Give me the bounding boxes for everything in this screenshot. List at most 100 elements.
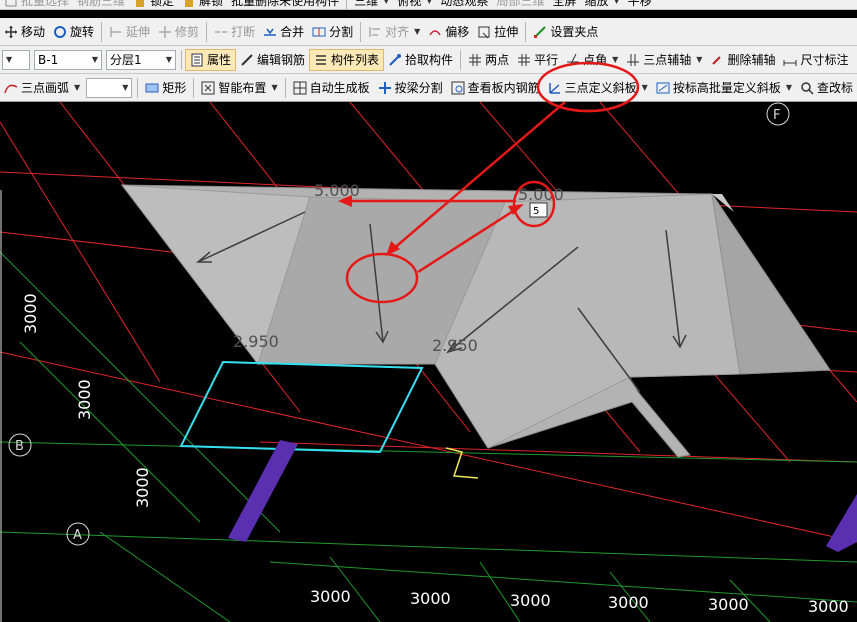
extend-button[interactable]: 延伸	[105, 21, 154, 43]
slope-icon	[548, 81, 562, 95]
rectangle-icon	[145, 81, 159, 95]
chevron-down-icon: ▼	[612, 55, 619, 64]
slab-group[interactable]	[120, 184, 831, 458]
three-point-aux-button[interactable]: 三点辅轴 ▼	[622, 49, 706, 71]
orbit-button[interactable]: 动态观察	[436, 0, 492, 9]
chevron-down-icon: ▼	[271, 83, 278, 92]
trim-button[interactable]: 修剪	[154, 21, 203, 43]
merge-icon	[263, 25, 277, 39]
toolbar-top-cutoff: 批量选择 钢筋三维 锁定 解锁 批量删除未使用构件 三维 ▼ 俯视 ▼ 动态观察 局…	[0, 0, 857, 10]
chevron-down-icon: ▼	[426, 0, 433, 5]
dimension-label: 3000	[510, 591, 551, 610]
set-grip-button[interactable]: 设置夹点	[529, 21, 602, 43]
trim-icon	[158, 25, 172, 39]
align-button[interactable]: 对齐 ▼	[364, 21, 424, 43]
component-list-button[interactable]: 构件列表	[309, 48, 385, 71]
column-right[interactable]	[826, 494, 857, 552]
lock-icon	[133, 0, 147, 8]
rotate-button[interactable]: 旋转	[49, 21, 98, 43]
dimension-label: 3000	[608, 593, 649, 612]
toolbar-properties: ▼ B-1 ▼ 分层1 ▼ 属性 编辑钢筋 构件列表 拾取构件 两点 平行 点角 ▼ …	[0, 46, 857, 74]
annotation-circle-toolbar	[546, 102, 630, 113]
point-angle-button[interactable]: 点角 ▼	[562, 49, 622, 71]
view-slab-rebar-button[interactable]: 查看板内钢筋	[447, 77, 544, 99]
view-rebar-icon	[451, 81, 465, 95]
svg-text:A: A	[73, 528, 82, 543]
list-icon	[314, 53, 328, 67]
search-icon	[800, 81, 814, 95]
batch-select-button[interactable]: 批量选择	[0, 0, 73, 9]
grip-icon	[533, 25, 547, 39]
unlock-button[interactable]: 解锁	[178, 0, 227, 9]
separator	[181, 49, 182, 70]
auto-slab-button[interactable]: 自动生成板	[289, 77, 374, 99]
beam-split-icon	[378, 81, 392, 95]
separator	[284, 77, 286, 98]
chevron-down-icon: ▼	[641, 83, 648, 92]
chevron-down-icon: ▼	[91, 55, 98, 64]
rectangle-button[interactable]: 矩形	[141, 77, 190, 99]
arc-option-combo[interactable]: ▼	[86, 77, 133, 98]
arc-icon	[4, 81, 18, 95]
split-button[interactable]: 分割	[308, 21, 357, 43]
break-icon	[214, 25, 228, 39]
rebar-3d-button[interactable]: 钢筋三维	[73, 0, 129, 9]
smart-layout-button[interactable]: 智能布置 ▼	[197, 77, 281, 99]
batch-slope-by-elevation-button[interactable]: 按标高批量定义斜板 ▼	[652, 77, 796, 99]
selected-slab-outline[interactable]	[179, 360, 424, 454]
elevation-label: 2.950	[432, 336, 478, 355]
merge-button[interactable]: 合并	[259, 21, 308, 43]
batch-delete-unused-button[interactable]: 批量删除未使用构件	[227, 0, 343, 9]
zoom-button[interactable]: 缩放 ▼	[580, 0, 623, 9]
properties-button[interactable]: 属性	[185, 48, 237, 71]
chevron-down-icon: ▼	[165, 55, 172, 64]
top-view-button[interactable]: 俯视 ▼	[393, 0, 436, 9]
chevron-down-icon: ▼	[74, 83, 81, 92]
chevron-down-icon: ▼	[414, 27, 421, 36]
properties-icon	[190, 53, 204, 67]
delete-aux-button[interactable]: 删除辅轴	[706, 49, 779, 71]
elevation-label: 5.000	[518, 185, 564, 204]
stretch-button[interactable]: 拉伸	[473, 21, 522, 43]
3d-viewport[interactable]: 5.000 5.000 2.950 2.950 5 F B A 3000 300…	[0, 102, 857, 622]
break-button[interactable]: 打断	[210, 21, 259, 43]
chevron-down-icon: ▼	[6, 55, 13, 64]
split-by-beam-button[interactable]: 按梁分割	[374, 77, 447, 99]
offset-button[interactable]: 偏移	[424, 21, 473, 43]
scene-canvas[interactable]: 5.000 5.000 2.950 2.950 5 F B A 3000 300…	[0, 102, 857, 622]
elevation-input-value: 5	[533, 206, 539, 217]
3d-view-button[interactable]: 三维 ▼	[350, 0, 393, 9]
pick-icon	[388, 53, 402, 67]
chevron-down-icon: ▼	[383, 0, 390, 5]
separator	[193, 77, 195, 98]
floor-combo[interactable]: 分层1 ▼	[106, 49, 176, 70]
three-point-arc-button[interactable]: 三点画弧 ▼	[0, 77, 84, 99]
toolbar-edit: 移动 旋转 延伸 修剪 打断 合并 分割 对齐 ▼ 偏移 拉伸 设置夹点	[0, 18, 857, 46]
separator	[525, 21, 527, 42]
lock-button[interactable]: 锁定	[129, 0, 178, 9]
check-modify-button[interactable]: 查改标	[796, 77, 857, 99]
dimension-label-vertical: 3000	[75, 379, 94, 420]
svg-text:F: F	[773, 108, 780, 123]
unlock-icon	[182, 0, 196, 8]
three-point-slope-button[interactable]: 三点定义斜板 ▼	[544, 77, 652, 99]
split-icon	[312, 25, 326, 39]
component-combo[interactable]: B-1 ▼	[34, 49, 102, 70]
dimension-button[interactable]: 尺寸标注	[779, 49, 852, 71]
dimension-label: 3000	[708, 595, 749, 614]
category-combo[interactable]: ▼	[2, 49, 30, 70]
rotate-icon	[53, 25, 67, 39]
two-points-button[interactable]: 两点	[464, 49, 513, 71]
chevron-down-icon: ▼	[122, 83, 129, 92]
pick-component-button[interactable]: 拾取构件	[384, 49, 457, 71]
pan-button[interactable]: 平移	[624, 0, 656, 9]
edit-rebar-button[interactable]: 编辑钢筋	[236, 49, 309, 71]
axis-parallel-icon	[517, 53, 531, 67]
eraser-icon	[710, 53, 724, 67]
parallel-button[interactable]: 平行	[513, 49, 562, 71]
grid-slab-icon	[293, 81, 307, 95]
fullscreen-button[interactable]: 全屏	[548, 0, 580, 9]
axis-two-points-icon	[468, 53, 482, 67]
local-3d-button[interactable]: 局部三维	[492, 0, 548, 9]
move-button[interactable]: 移动	[0, 21, 49, 43]
